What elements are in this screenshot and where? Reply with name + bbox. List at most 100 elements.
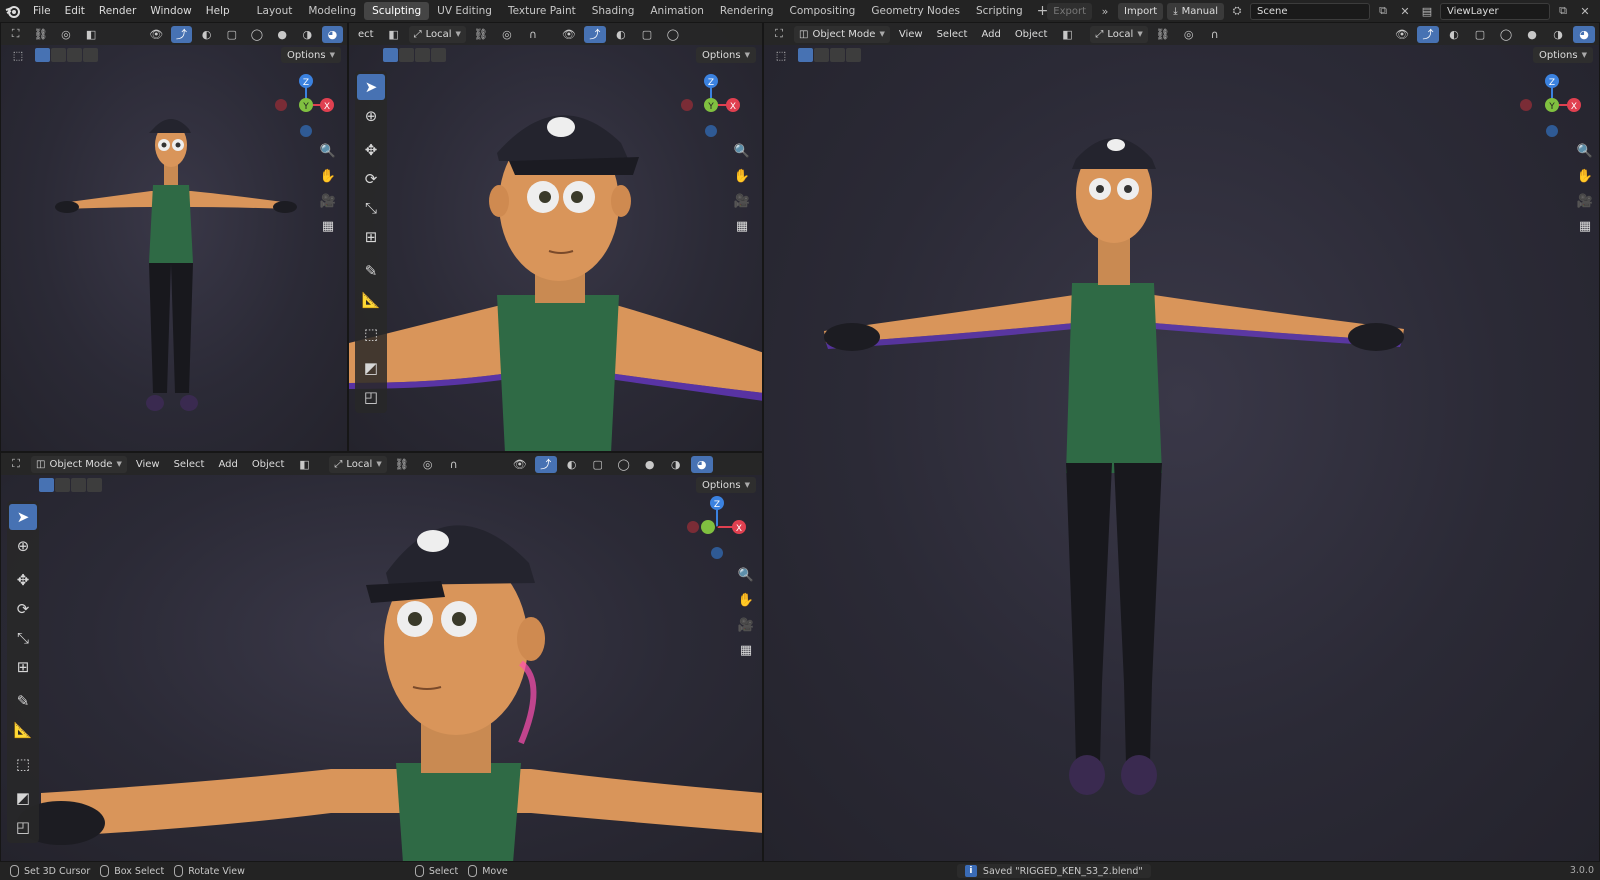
- options-dropdown[interactable]: Options ▼: [281, 47, 341, 63]
- snap-icon[interactable]: ◧: [81, 26, 102, 43]
- shading-material-icon[interactable]: ◑: [1547, 26, 1569, 43]
- shading-solid-icon[interactable]: ●: [639, 456, 661, 473]
- camera-icon[interactable]: 🎥: [735, 615, 757, 636]
- select-menu[interactable]: Select: [169, 459, 210, 470]
- navigation-gizmo[interactable]: Z Y X: [269, 71, 339, 139]
- delete-scene-icon[interactable]: ✕: [1396, 3, 1414, 20]
- annotate-tool-icon[interactable]: ✎: [357, 258, 385, 284]
- status-message[interactable]: i Saved "RIGGED_KEN_S3_2.blend": [956, 864, 1151, 878]
- export-button[interactable]: Export: [1047, 2, 1093, 20]
- shading-material-icon[interactable]: ◑: [665, 456, 687, 473]
- new-scene-icon[interactable]: ⧉: [1374, 3, 1392, 20]
- navigation-gizmo[interactable]: Z Y X: [1516, 71, 1586, 139]
- shading-wire-icon[interactable]: ◯: [246, 26, 267, 43]
- orientation-dropdown[interactable]: ⤢ Local ▼: [408, 25, 466, 43]
- scene-field[interactable]: Scene: [1250, 2, 1370, 20]
- transform-tool-icon[interactable]: ⊞: [9, 654, 37, 680]
- menu-window[interactable]: Window: [143, 5, 198, 17]
- editor-type-icon[interactable]: ⛶: [5, 26, 26, 43]
- gizmo-toggle-icon[interactable]: ⤴: [583, 25, 606, 43]
- grid-icon[interactable]: ▦: [317, 216, 339, 237]
- workspace-tab-shading[interactable]: Shading: [584, 2, 643, 20]
- menu-edit[interactable]: Edit: [58, 5, 92, 17]
- scale-tool-icon[interactable]: ⤡: [357, 195, 385, 221]
- falloff-icon[interactable]: ∩: [522, 26, 544, 43]
- shading-rendered-icon[interactable]: ◕: [690, 455, 713, 473]
- shading-rendered-icon[interactable]: ◕: [1573, 25, 1595, 43]
- menu-file[interactable]: File: [26, 5, 58, 17]
- options-dropdown[interactable]: Options ▼: [696, 477, 756, 493]
- camera-icon[interactable]: 🎥: [731, 191, 753, 212]
- mode-dropdown[interactable]: ◫ Object Mode ▼: [794, 25, 890, 43]
- visibility-icon[interactable]: 👁: [509, 456, 531, 473]
- pan-hand-icon[interactable]: ✋: [735, 590, 757, 611]
- xray-icon[interactable]: ▢: [587, 456, 609, 473]
- options-dropdown[interactable]: Options ▼: [696, 47, 756, 63]
- orientation-dropdown[interactable]: ⤢ Local ▼: [329, 455, 387, 473]
- workspace-tab-rendering[interactable]: Rendering: [712, 2, 782, 20]
- scale-tool-icon[interactable]: ⤡: [9, 625, 37, 651]
- add-cube-tool-icon[interactable]: ⬚: [9, 751, 37, 777]
- viewport-bottom-left[interactable]: ⛶ ◫ Object Mode ▼ View Select Add Object ◧…: [0, 452, 763, 862]
- grid-icon[interactable]: ▦: [735, 640, 757, 661]
- gizmo-toggle-icon[interactable]: ⤴: [1417, 25, 1439, 43]
- link-icon[interactable]: ⛓: [30, 26, 51, 43]
- navigation-gizmo[interactable]: Z Y X: [681, 493, 751, 561]
- workspace-tab-animation[interactable]: Animation: [642, 2, 712, 20]
- shading-solid-icon[interactable]: ●: [1521, 26, 1543, 43]
- delete-view-layer-icon[interactable]: ✕: [1576, 3, 1594, 20]
- snap-icon[interactable]: ◧: [293, 456, 315, 473]
- viewport-right[interactable]: ⛶ ◫ Object Mode ▼ View Select Add Object ◧…: [763, 22, 1600, 862]
- annotate-tool-icon[interactable]: ✎: [9, 688, 37, 714]
- visibility-icon[interactable]: 👁: [146, 26, 167, 43]
- proportional-icon[interactable]: ◎: [1178, 26, 1200, 43]
- viewport-top-left[interactable]: ⛶ ⛓ ◎ ◧ 👁 ⤴ ◐ ▢ ◯ ● ◑ ◕ ⬚ Options ▼ Z Y X: [0, 22, 348, 452]
- overlay-icon[interactable]: ◐: [1443, 26, 1465, 43]
- view-menu[interactable]: View: [131, 459, 165, 470]
- selection-mode-icons[interactable]: [383, 48, 446, 62]
- add-menu[interactable]: Add: [213, 459, 242, 470]
- zoom-icon[interactable]: 🔍: [735, 565, 757, 586]
- proportional-icon[interactable]: ◎: [417, 456, 439, 473]
- selection-mode-icons[interactable]: [39, 478, 102, 492]
- extra-tool-b-icon[interactable]: ◰: [9, 814, 37, 840]
- new-view-layer-icon[interactable]: ⧉: [1554, 3, 1572, 20]
- rotate-tool-icon[interactable]: ⟳: [9, 596, 37, 622]
- workspace-tab-scripting[interactable]: Scripting: [968, 2, 1031, 20]
- link-icon[interactable]: ⛓: [1152, 26, 1174, 43]
- workspace-tab-compositing[interactable]: Compositing: [782, 2, 864, 20]
- camera-icon[interactable]: 🎥: [1574, 191, 1596, 212]
- select-box-tool-icon[interactable]: ➤: [9, 504, 37, 530]
- visibility-icon[interactable]: 👁: [1391, 26, 1413, 43]
- xray-icon[interactable]: ▢: [221, 26, 242, 43]
- xray-icon[interactable]: ▢: [636, 26, 658, 43]
- shading-wire-icon[interactable]: ◯: [662, 26, 684, 43]
- zoom-icon[interactable]: 🔍: [731, 141, 753, 162]
- mode-dropdown[interactable]: ◫ Object Mode ▼: [31, 455, 127, 473]
- cursor-tool-icon[interactable]: ⊕: [9, 533, 37, 559]
- visibility-icon[interactable]: 👁: [558, 26, 580, 43]
- editor-type-icon[interactable]: ⛶: [5, 456, 27, 473]
- selection-mode-icons[interactable]: [798, 48, 861, 62]
- view-layer-icon[interactable]: ▤: [1418, 3, 1436, 20]
- shading-material-icon[interactable]: ◑: [297, 26, 318, 43]
- select-menu[interactable]: Select: [932, 29, 973, 40]
- xray-icon[interactable]: ▢: [1469, 26, 1491, 43]
- overlay-icon[interactable]: ◐: [196, 26, 217, 43]
- viewport-top-middle[interactable]: ect ◧ ⤢ Local ▼ ⛓ ◎ ∩ 👁 ⤴ ◐ ▢ ◯ Options ▼ ➤…: [348, 22, 763, 452]
- pan-hand-icon[interactable]: ✋: [731, 166, 753, 187]
- selection-mode-icons[interactable]: [35, 48, 98, 62]
- snap-icon[interactable]: ◧: [1056, 26, 1078, 43]
- shading-rendered-icon[interactable]: ◕: [321, 25, 344, 43]
- falloff-icon[interactable]: ∩: [443, 456, 465, 473]
- workspace-tab-layout[interactable]: Layout: [249, 2, 301, 20]
- view-menu[interactable]: View: [894, 29, 928, 40]
- gizmo-toggle-icon[interactable]: ⤴: [170, 25, 193, 43]
- workspace-tab-geometry-nodes[interactable]: Geometry Nodes: [863, 2, 968, 20]
- import-button[interactable]: Import: [1118, 2, 1164, 20]
- overlay-icon[interactable]: ◐: [561, 456, 583, 473]
- workspace-tab-modeling[interactable]: Modeling: [300, 2, 364, 20]
- shading-wire-icon[interactable]: ◯: [613, 456, 635, 473]
- transform-tool-icon[interactable]: ⊞: [357, 224, 385, 250]
- object-menu[interactable]: Object: [1010, 29, 1053, 40]
